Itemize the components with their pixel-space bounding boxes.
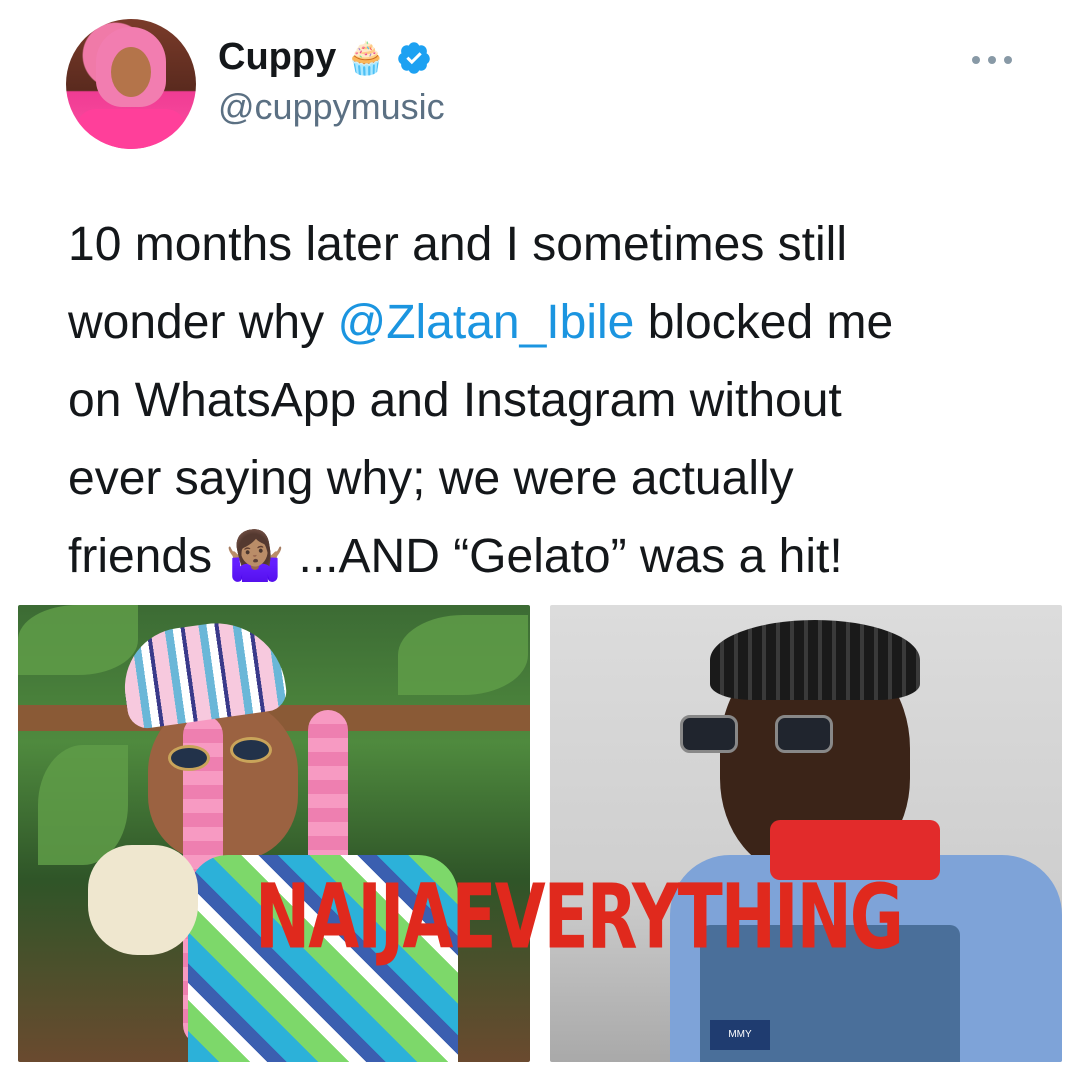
author-avatar[interactable] (66, 19, 196, 149)
verified-badge-icon (398, 41, 430, 74)
square-sunglasses (680, 715, 880, 755)
author-display-name[interactable]: Cuppy (218, 36, 336, 79)
author-name-row[interactable]: Cuppy 🧁 (218, 36, 432, 79)
clothing-tag: MMY (710, 1020, 770, 1050)
cupcake-emoji: 🧁 (346, 39, 387, 76)
mention-link[interactable]: @Zlatan_Ibile (337, 296, 634, 349)
more-options-icon[interactable] (972, 50, 1012, 70)
coconut-drink (88, 845, 198, 955)
author-handle[interactable]: @cuppymusic (218, 86, 445, 128)
foliage (398, 615, 528, 695)
avatar-face (111, 47, 151, 97)
braided-hair (710, 620, 920, 700)
tweet-text: 10 months later and I sometimes still wo… (68, 206, 1058, 596)
avatar-dress (76, 109, 186, 149)
foliage (18, 605, 138, 675)
watermark-text: NAIJAEVERYTHING (255, 865, 904, 969)
round-sunglasses (168, 737, 278, 773)
dot (1004, 56, 1012, 64)
dot (988, 56, 996, 64)
foliage (38, 745, 128, 865)
dot (972, 56, 980, 64)
